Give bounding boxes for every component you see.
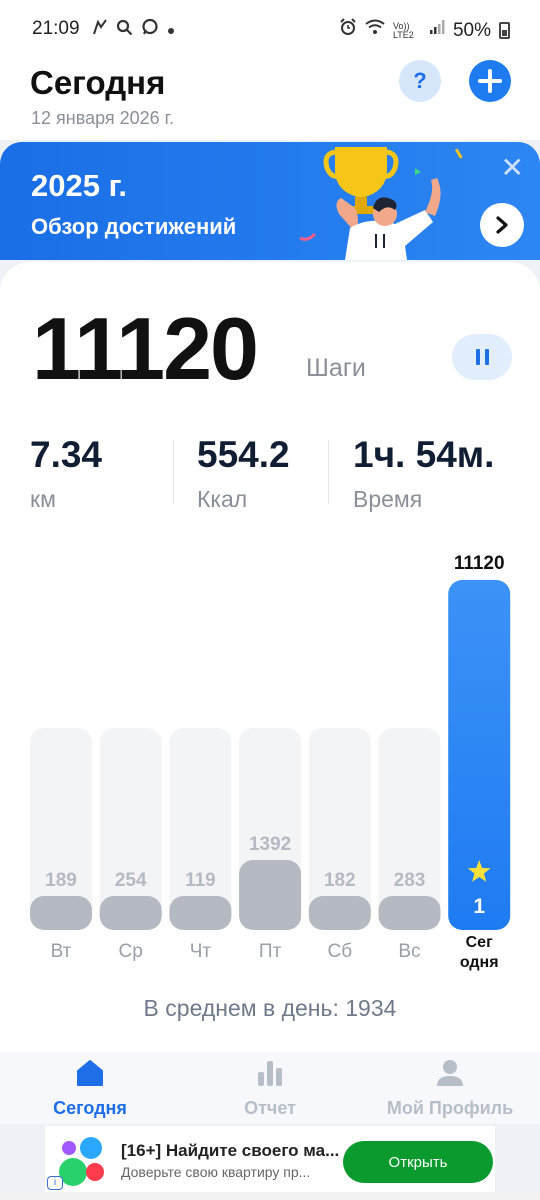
chart-value-label: 119 (185, 870, 216, 891)
banner-year: 2025 г. (31, 168, 127, 203)
trophy-person-illustration (299, 147, 463, 260)
distance-stat: 7.34 км (30, 434, 102, 513)
chart-rank-badge: 1 (473, 895, 485, 918)
pause-button[interactable] (452, 334, 512, 380)
calories-value: 554.2 (197, 434, 290, 475)
ad-banner[interactable]: i [16+] Найдите своего ма... Доверьте св… (45, 1126, 495, 1192)
signal-icon (429, 19, 445, 42)
dot-icon (167, 20, 175, 42)
chart-value-label: 11120 (454, 553, 505, 574)
chart-value-label: 1392 (249, 834, 291, 855)
chart-category-label: Пт (259, 941, 282, 962)
pause-icon (475, 349, 480, 365)
chart-category-label: Чт (190, 941, 212, 962)
chart-bar (99, 896, 162, 930)
time-value: 1ч. 54м. (353, 434, 495, 475)
help-button[interactable]: ? (399, 60, 441, 102)
wifi-icon (365, 19, 385, 42)
battery-icon (499, 22, 510, 39)
nav-profile[interactable]: Мой Профиль (360, 1052, 540, 1124)
distance-label: км (30, 486, 56, 512)
chart-value-label: 189 (45, 870, 77, 891)
time-label: Время (353, 486, 423, 512)
chart-category-label: одня (460, 954, 499, 971)
banner-close-button[interactable]: ✕ (501, 154, 524, 182)
volte-lte2-icon: Vo)) LTE2 (392, 20, 414, 40)
chat-icon (141, 18, 159, 43)
time-stat: 1ч. 54м. Время (353, 434, 494, 513)
nav-report-label: Отчет (244, 1098, 296, 1118)
stat-divider (173, 440, 174, 504)
search-icon (116, 19, 133, 43)
achievements-banner[interactable]: 2025 г. Обзор достижений ✕ (0, 142, 540, 260)
chevron-right-icon (496, 216, 508, 234)
weekly-steps-chart: 189 Вт 254 Ср 119 Чт 1392 Пт 182 Сб 283 Вс 11120 1 Сег… (0, 542, 540, 982)
chart-category-label: Сег (466, 934, 493, 951)
status-bar: 21:09 Vo)) LTE2 50% (0, 0, 540, 60)
chart-category-label: Ср (119, 941, 143, 962)
steps-card: 11120 Шаги 7.34 км 554.2 Ккал 1ч. 54м. В… (0, 262, 540, 1052)
distance-value: 7.34 (30, 434, 103, 475)
bottom-navigation: Сегодня Отчет Мой Профиль (0, 1052, 540, 1124)
calories-label: Ккал (197, 486, 248, 512)
chart-value-label: 182 (324, 870, 356, 891)
nav-today-label: Сегодня (53, 1098, 127, 1118)
stat-divider (328, 440, 329, 504)
system-icons: Vo)) LTE2 50% (339, 18, 510, 43)
ad-info-icon[interactable]: i (47, 1176, 63, 1190)
chart-category-label: Сб (327, 941, 352, 962)
home-icon (77, 1060, 103, 1086)
chart-bar (30, 896, 92, 930)
pause-icon (484, 349, 489, 365)
chart-bar (378, 896, 441, 930)
chart-category-label: Вт (51, 941, 72, 962)
chart-value-label: 254 (115, 870, 147, 891)
system-nav-strip (0, 1192, 540, 1200)
status-time: 21:09 (32, 18, 80, 39)
ad-subtitle: Доверьте свою квартиру пр... (121, 1164, 311, 1180)
calories-stat: 554.2 Ккал (197, 434, 290, 513)
nav-today[interactable]: Сегодня (0, 1052, 180, 1124)
chart-canvas: 189 Вт 254 Ср 119 Чт 1392 Пт 182 Сб 283 Вс 11120 1 Сег… (30, 553, 511, 971)
battery-percent: 50% (452, 19, 491, 41)
alarm-icon (339, 18, 357, 43)
page-date: 12 января 2026 г. (31, 108, 175, 128)
chart-category-label: Вс (398, 941, 420, 962)
banner-next-button[interactable] (480, 203, 524, 247)
add-button[interactable] (469, 60, 511, 102)
steps-count: 11120 (32, 299, 259, 398)
ad-open-button[interactable]: Открыть (343, 1141, 493, 1183)
chart-bar (169, 896, 232, 930)
whatsapp-icon (92, 18, 108, 43)
page-title: Сегодня (30, 64, 166, 101)
profile-icon (437, 1060, 463, 1086)
ad-title: [16+] Найдите своего ма... (121, 1141, 340, 1160)
chart-bar (239, 860, 302, 930)
bar-chart-icon (258, 1061, 282, 1086)
banner-subtitle: Обзор достижений (31, 214, 237, 239)
chart-bar (308, 896, 371, 930)
daily-average: В среднем в день: 1934 (143, 995, 397, 1021)
nav-report[interactable]: Отчет (180, 1052, 360, 1124)
plus-icon (478, 69, 502, 93)
notification-icons (92, 18, 175, 43)
chart-bar-today (448, 580, 511, 930)
steps-unit: Шаги (306, 354, 366, 382)
nav-profile-label: Мой Профиль (386, 1098, 514, 1118)
chart-value-label: 283 (394, 870, 426, 891)
page-header: Сегодня 12 января 2026 г. ? (0, 60, 540, 140)
